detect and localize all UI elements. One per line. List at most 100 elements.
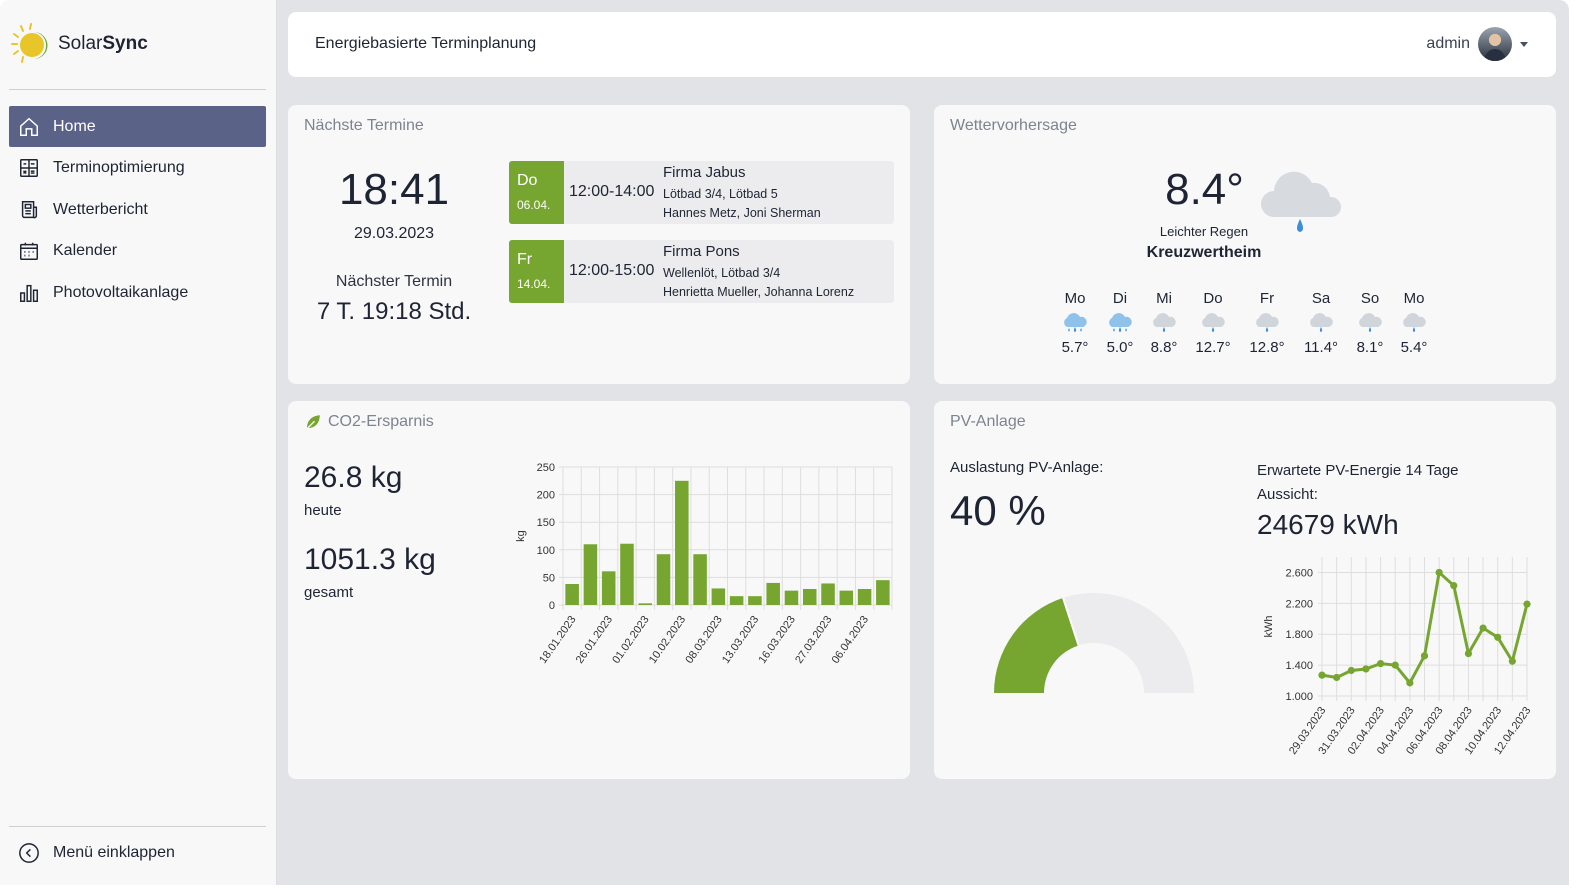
sidebar-item-terminoptimierung[interactable]: Terminoptimierung — [9, 148, 266, 189]
y-tick-label: 0 — [549, 600, 555, 612]
data-point — [1318, 671, 1326, 679]
x-tick-label: 13.03.2023 — [720, 614, 761, 666]
bar — [821, 583, 835, 605]
drizzle-cloud-icon — [1153, 313, 1176, 332]
data-point — [1420, 652, 1429, 660]
collapse-menu-button[interactable]: Menü einklappen — [18, 842, 175, 864]
bar-chart-icon — [20, 284, 38, 302]
current-temperature: 8.4° — [1165, 165, 1244, 214]
data-point — [1479, 624, 1487, 632]
co2-card: CO2-Ersparnis 26.8 kg heute 1051.3 kg ge… — [288, 401, 910, 779]
bar — [857, 588, 872, 605]
forecast-day: So 8.1° — [1345, 290, 1395, 356]
forecast-day-label: Fr — [1259, 290, 1275, 307]
x-tick-label: 10.02.2023 — [647, 614, 688, 666]
x-tick-label: 01.02.2023 — [610, 614, 651, 666]
forecast-day: Mo 5.7° — [1050, 290, 1100, 356]
app-logo[interactable]: SolarSync — [8, 22, 148, 66]
calendar-icon — [20, 243, 38, 261]
card-title: CO2-Ersparnis — [328, 413, 434, 430]
drizzle-cloud-icon — [1310, 313, 1333, 332]
appointments-card: Nächste Termine 18:41 29.03.2023 Nächste… — [288, 105, 910, 384]
appointment-company: Firma Pons — [663, 243, 740, 260]
bar — [839, 590, 854, 605]
data-point — [1333, 673, 1341, 682]
forecast-temp: 8.8° — [1150, 339, 1178, 356]
y-tick-label: 1.000 — [1285, 691, 1313, 703]
card-title: PV-Anlage — [950, 413, 1026, 430]
co2-bar-chart: 0 50 100 150 200 250 kg 18.01.202326.01.202301.… — [515, 462, 893, 666]
sidebar-item-home[interactable]: Home — [9, 106, 266, 147]
pv-utilization-value: 40 % — [950, 487, 1046, 534]
chevron-down-icon — [1520, 41, 1528, 47]
bar — [638, 603, 653, 605]
forecast-temp: 5.4° — [1400, 339, 1428, 356]
forecast-temp: 8.1° — [1356, 339, 1384, 356]
bar — [656, 554, 671, 605]
pv-card: PV-Anlage Auslastung PV-Anlage: 40 % Erw… — [934, 401, 1556, 779]
forecast-day: Sa 11.4° — [1296, 290, 1346, 356]
user-menu[interactable]: admin — [1426, 27, 1528, 61]
appointment-item[interactable]: Fr 14.04. 12:00-15:00 Firma Pons Wellenl… — [509, 240, 894, 303]
bar — [748, 596, 762, 605]
pv-utilization-gauge — [994, 593, 1194, 693]
forecast-day: Do 12.7° — [1188, 290, 1238, 356]
sidebar-item-label: Wetterbericht — [53, 200, 148, 218]
leaf-icon — [306, 415, 320, 430]
sidebar-item-wetterbericht[interactable]: Wetterbericht — [9, 189, 266, 230]
y-tick-label: 1.800 — [1285, 629, 1313, 641]
co2-today-value: 26.8 kg — [304, 461, 403, 494]
data-point — [1435, 568, 1443, 577]
current-date: 29.03.2023 — [353, 225, 435, 242]
calculator-icon — [20, 159, 38, 178]
sidebar-item-kalender[interactable]: Kalender — [9, 231, 266, 272]
x-tick-label: 27.03.2023 — [793, 614, 834, 666]
sidebar-nav: Home Terminoptimierung Wetterbericht Kal… — [9, 106, 266, 314]
bar — [711, 588, 726, 605]
sidebar-item-photovoltaikanlage[interactable]: Photovoltaikanlage — [9, 272, 266, 313]
y-tick-label: 50 — [543, 572, 555, 584]
gauge-remaining — [1063, 593, 1194, 693]
data-point — [1494, 633, 1502, 641]
bar — [802, 588, 817, 605]
forecast-temp: 12.7° — [1195, 339, 1231, 356]
appointment-date: 06.04. — [517, 198, 551, 212]
rain-cloud-icon — [1109, 313, 1132, 332]
forecast-temp: 5.0° — [1106, 339, 1134, 356]
sidebar-divider — [9, 89, 266, 90]
x-tick-label: 06.04.2023 — [830, 614, 871, 666]
appointment-company: Firma Jabus — [663, 164, 746, 181]
user-name: admin — [1426, 35, 1470, 52]
pv-utilization-label: Auslastung PV-Anlage: — [950, 459, 1104, 476]
x-tick-label: 18.01.2023 — [537, 614, 578, 666]
appointment-rooms: Wellenlöt, Lötbad 3/4 — [663, 266, 781, 280]
gauge-filled — [994, 597, 1079, 693]
forecast-day-label: Sa — [1311, 290, 1331, 307]
appointment-weekday: Fr — [517, 251, 533, 268]
avatar — [1478, 27, 1512, 61]
co2-total-label: gesamt — [304, 584, 354, 601]
y-tick-label: 200 — [537, 490, 555, 502]
bar — [583, 544, 598, 605]
data-point — [1376, 659, 1385, 668]
forecast-day-label: Mo — [1403, 290, 1425, 307]
y-tick-label: 150 — [537, 517, 555, 529]
appointment-item[interactable]: Do 06.04. 12:00-14:00 Firma Jabus Lötbad… — [509, 161, 894, 224]
forecast-day-label: Di — [1112, 290, 1128, 307]
bar — [729, 596, 744, 605]
window-edge — [1569, 0, 1584, 894]
appointment-people: Henrietta Mueller, Johanna Lorenz — [663, 285, 855, 299]
sidebar-item-label: Home — [53, 117, 96, 135]
bar — [784, 590, 799, 605]
y-axis-label: kWh — [1263, 616, 1275, 638]
top-header: Energiebasierte Terminplanung admin — [288, 12, 1556, 77]
next-appointment-countdown: 7 T. 19:18 Std. — [316, 298, 472, 325]
next-appointment-label: Nächster Termin — [335, 273, 453, 290]
data-point — [1362, 665, 1370, 673]
x-tick-label: 26.01.2023 — [574, 614, 615, 666]
sidebar-item-label: Terminoptimierung — [53, 159, 185, 177]
card-title: Wettervorhersage — [950, 117, 1077, 134]
bar — [693, 554, 707, 605]
drizzle-cloud-icon — [1202, 313, 1225, 332]
data-point — [1347, 666, 1355, 675]
